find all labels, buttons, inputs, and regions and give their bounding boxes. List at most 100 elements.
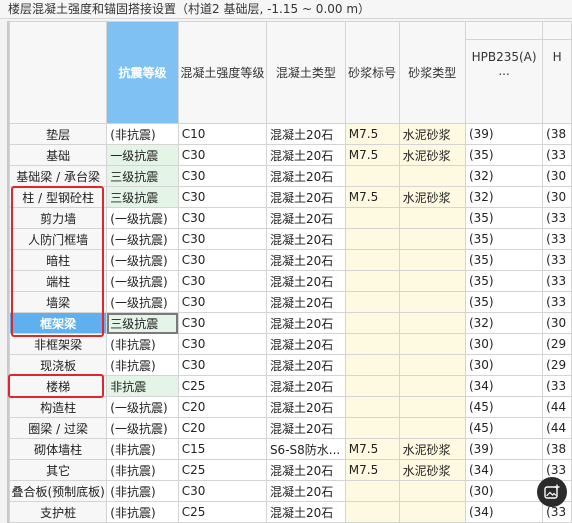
concrete-grade-cell[interactable]: C25 xyxy=(177,459,267,481)
mortar-grade-cell[interactable] xyxy=(344,333,400,355)
col-header-seismic[interactable]: 抗震等级 xyxy=(106,21,179,124)
table-row[interactable]: 现浇板 (非抗震) C30 混凝土20石 (30) (29 xyxy=(9,354,572,376)
row-header[interactable]: 基础 xyxy=(9,144,108,166)
concrete-grade-cell[interactable]: C30 xyxy=(177,480,267,502)
table-row[interactable]: 柱 / 型钢砼柱 三级抗震 C30 混凝土20石 M7.5 水泥砂浆 (32) (30 xyxy=(9,186,572,208)
table-row[interactable]: 剪力墙 (一级抗震) C30 混凝土20石 (35) (33 xyxy=(9,207,572,229)
row-header[interactable]: 砌体墙柱 xyxy=(9,438,108,460)
seismic-cell[interactable]: 一级抗震 xyxy=(106,144,179,166)
concrete-type-cell[interactable]: 混凝土20石 xyxy=(265,396,346,418)
next-col-cell[interactable]: (33 xyxy=(542,228,572,250)
concrete-type-cell[interactable]: 混凝土20石 xyxy=(265,291,346,313)
mortar-grade-cell[interactable]: M7.5 xyxy=(344,123,400,145)
row-header[interactable]: 构造柱 xyxy=(9,396,108,418)
mortar-type-cell[interactable] xyxy=(398,207,466,229)
hpb235-cell[interactable]: (39) xyxy=(464,438,544,460)
concrete-grade-cell[interactable]: C30 xyxy=(177,165,267,187)
table-row[interactable]: 端柱 (一级抗震) C30 混凝土20石 (35) (33 xyxy=(9,270,572,292)
mortar-grade-cell[interactable] xyxy=(344,249,400,271)
concrete-grade-cell[interactable]: C30 xyxy=(177,291,267,313)
hpb235-cell[interactable]: (34) xyxy=(464,501,544,523)
concrete-grade-cell[interactable]: C25 xyxy=(177,501,267,523)
seismic-cell[interactable]: 非抗震 xyxy=(106,375,179,397)
col-header-concrete-type[interactable]: 混凝土类型 xyxy=(265,21,346,124)
row-header[interactable]: 端柱 xyxy=(9,270,108,292)
concrete-type-cell[interactable]: 混凝土20石 xyxy=(265,459,346,481)
concrete-type-cell[interactable]: 混凝土20石 xyxy=(265,123,346,145)
seismic-cell[interactable]: (一级抗震) xyxy=(106,291,179,313)
row-header[interactable]: 墙梁 xyxy=(9,291,108,313)
seismic-cell[interactable]: (非抗震) xyxy=(106,501,179,523)
next-col-cell[interactable]: (44 xyxy=(542,396,572,418)
seismic-cell[interactable]: (一级抗震) xyxy=(106,249,179,271)
mortar-grade-cell[interactable] xyxy=(344,354,400,376)
table-row[interactable]: 支护桩 (非抗震) C25 混凝土20石 (34) (33 xyxy=(9,501,572,523)
row-header[interactable]: 支护桩 xyxy=(9,501,108,523)
next-col-cell[interactable]: (29 xyxy=(542,354,572,376)
hpb235-cell[interactable]: (45) xyxy=(464,396,544,418)
row-header[interactable]: 楼梯 xyxy=(9,375,108,397)
hpb235-cell[interactable]: (35) xyxy=(464,249,544,271)
table-row[interactable]: 其它 (非抗震) C25 混凝土20石 M7.5 水泥砂浆 (34) (33 xyxy=(9,459,572,481)
table-row[interactable]: 基础梁 / 承台梁 三级抗震 C30 混凝土20石 (32) (30 xyxy=(9,165,572,187)
row-header[interactable]: 叠合板(预制底板) xyxy=(9,480,108,502)
hpb235-cell[interactable]: (32) xyxy=(464,186,544,208)
hpb235-cell[interactable]: (32) xyxy=(464,165,544,187)
concrete-type-cell[interactable]: 混凝土20石 xyxy=(265,249,346,271)
concrete-type-cell[interactable]: 混凝土20石 xyxy=(265,270,346,292)
seismic-cell[interactable]: (非抗震) xyxy=(106,333,179,355)
table-row[interactable]: 墙梁 (一级抗震) C30 混凝土20石 (35) (33 xyxy=(9,291,572,313)
mortar-grade-cell[interactable] xyxy=(344,312,400,334)
mortar-type-cell[interactable] xyxy=(398,312,466,334)
mortar-type-cell[interactable] xyxy=(398,417,466,439)
concrete-grade-cell[interactable]: C30 xyxy=(177,144,267,166)
mortar-type-cell[interactable] xyxy=(398,228,466,250)
mortar-type-cell[interactable]: 水泥砂浆 xyxy=(398,438,466,460)
concrete-grade-cell[interactable]: C10 xyxy=(177,123,267,145)
col-header-mortar-grade[interactable]: 砂浆标号 xyxy=(344,21,400,124)
row-header[interactable]: 垫层 xyxy=(9,123,108,145)
col-header-concrete-grade[interactable]: 混凝土强度等级 xyxy=(177,21,267,124)
next-col-cell[interactable]: (33 xyxy=(542,270,572,292)
hpb235-cell[interactable]: (35) xyxy=(464,144,544,166)
seismic-cell[interactable]: (非抗震) xyxy=(106,480,179,502)
table-row[interactable]: 垫层 (非抗震) C10 混凝土20石 M7.5 水泥砂浆 (39) (38 xyxy=(9,123,572,145)
mortar-grade-cell[interactable]: M7.5 xyxy=(344,438,400,460)
next-col-cell[interactable]: (33 xyxy=(542,249,572,271)
hpb235-cell[interactable]: (35) xyxy=(464,291,544,313)
table-row[interactable]: 暗柱 (一级抗震) C30 混凝土20石 (35) (33 xyxy=(9,249,572,271)
table-row[interactable]: 构造柱 (一级抗震) C20 混凝土20石 (45) (44 xyxy=(9,396,572,418)
hpb235-cell[interactable]: (30) xyxy=(464,480,544,502)
next-col-cell[interactable]: (30 xyxy=(542,186,572,208)
next-col-cell[interactable]: (44 xyxy=(542,417,572,439)
row-header[interactable]: 框架梁 xyxy=(9,312,108,334)
next-col-cell[interactable]: (33 xyxy=(542,291,572,313)
row-header[interactable]: 柱 / 型钢砼柱 xyxy=(9,186,108,208)
seismic-cell[interactable]: (非抗震) xyxy=(106,123,179,145)
next-col-cell[interactable]: (38 xyxy=(542,123,572,145)
seismic-cell[interactable]: (一级抗震) xyxy=(106,207,179,229)
concrete-type-cell[interactable]: 混凝土20石 xyxy=(265,417,346,439)
mortar-grade-cell[interactable] xyxy=(344,480,400,502)
concrete-grade-cell[interactable]: C30 xyxy=(177,333,267,355)
mortar-grade-cell[interactable] xyxy=(344,207,400,229)
mortar-grade-cell[interactable]: M7.5 xyxy=(344,144,400,166)
row-header[interactable]: 人防门框墙 xyxy=(9,228,108,250)
mortar-type-cell[interactable] xyxy=(398,165,466,187)
mortar-type-cell[interactable] xyxy=(398,480,466,502)
mortar-type-cell[interactable]: 水泥砂浆 xyxy=(398,459,466,481)
next-col-cell[interactable]: (33 xyxy=(542,375,572,397)
table-row[interactable]: 非框架梁 (非抗震) C30 混凝土20石 (30) (29 xyxy=(9,333,572,355)
row-header[interactable]: 非框架梁 xyxy=(9,333,108,355)
mortar-type-cell[interactable] xyxy=(398,501,466,523)
concrete-type-cell[interactable]: 混凝土20石 xyxy=(265,480,346,502)
seismic-cell[interactable]: 三级抗震 xyxy=(106,312,179,334)
next-col-cell[interactable]: (38 xyxy=(542,438,572,460)
concrete-grade-cell[interactable]: C30 xyxy=(177,207,267,229)
concrete-grade-cell[interactable]: C25 xyxy=(177,375,267,397)
concrete-grade-cell[interactable]: C30 xyxy=(177,249,267,271)
mortar-type-cell[interactable] xyxy=(398,396,466,418)
concrete-grade-cell[interactable]: C30 xyxy=(177,186,267,208)
hpb235-cell[interactable]: (30) xyxy=(464,333,544,355)
mortar-grade-cell[interactable] xyxy=(344,165,400,187)
